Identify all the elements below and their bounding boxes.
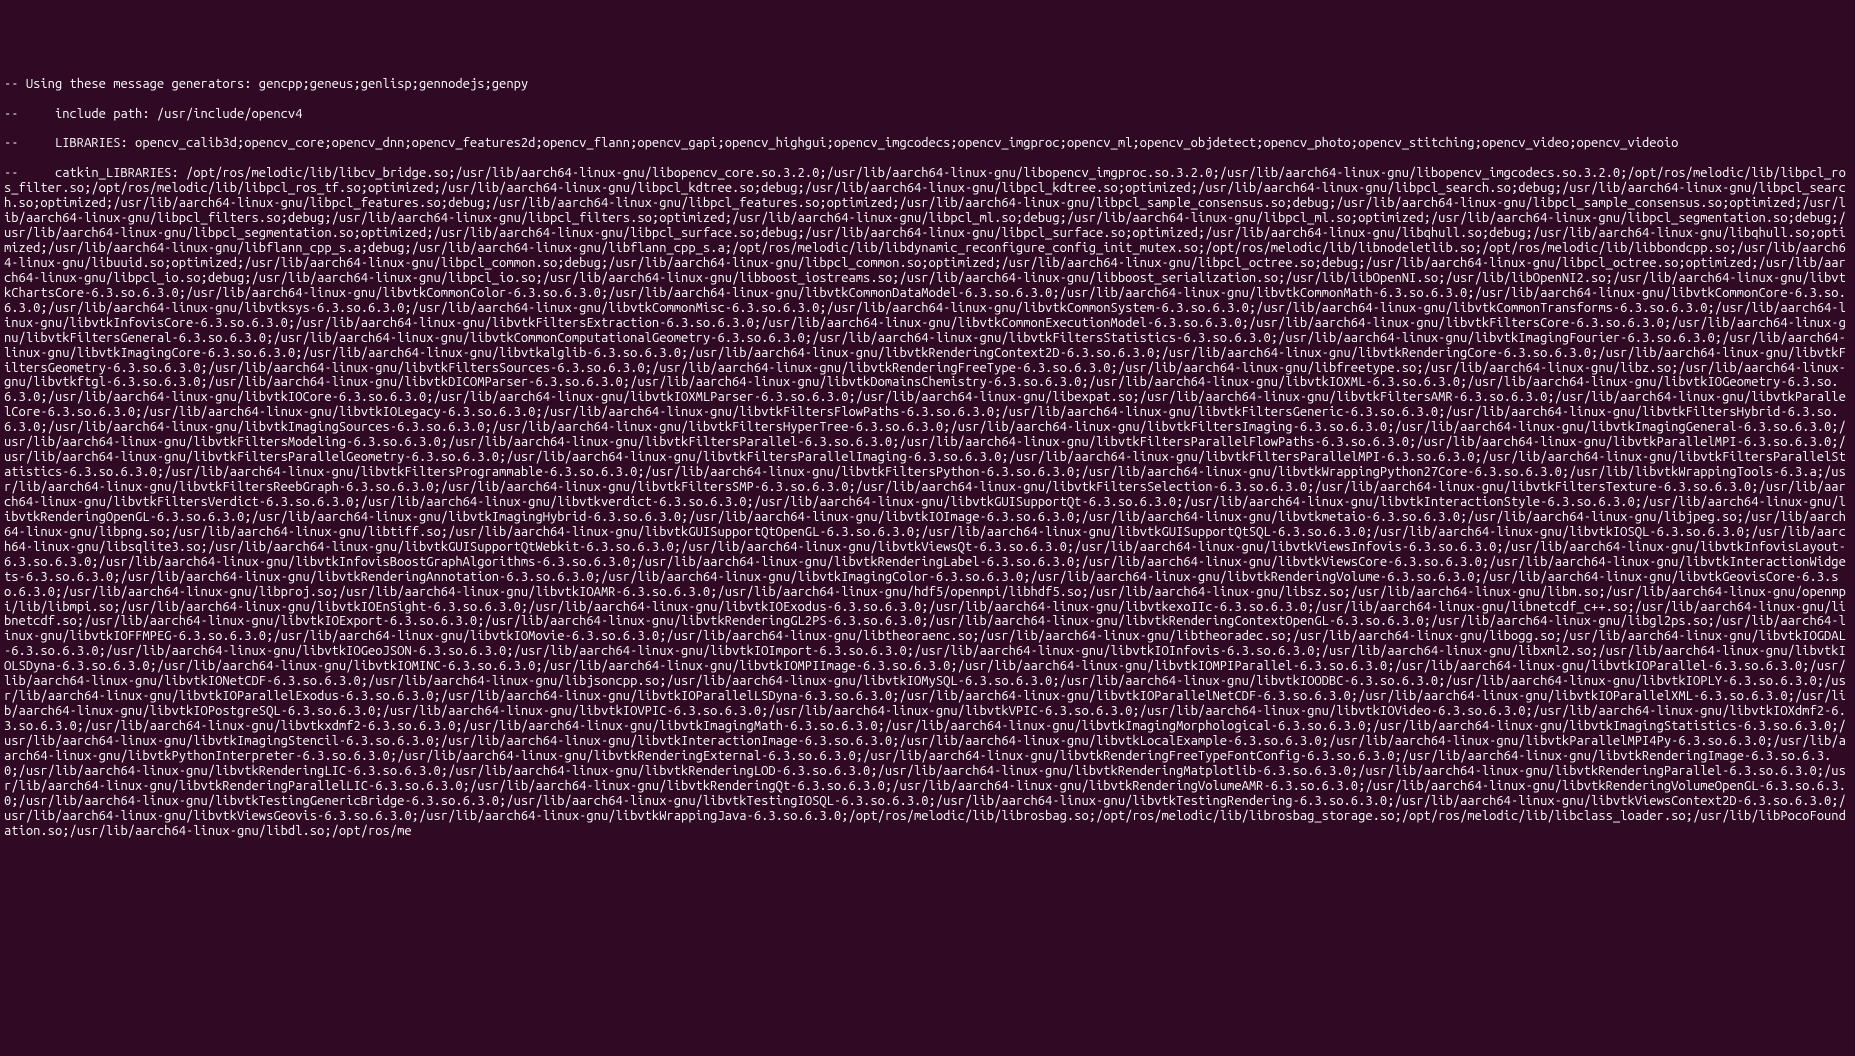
- terminal-line: -- Using these message generators: gencp…: [4, 77, 528, 91]
- terminal-line: -- catkin_LIBRARIES: /opt/ros/melodic/li…: [4, 166, 1846, 837]
- terminal-line: -- LIBRARIES: opencv_calib3d;opencv_core…: [4, 136, 1678, 150]
- terminal-output[interactable]: -- Using these message generators: gencp…: [4, 62, 1851, 854]
- terminal-line: -- include path: /usr/include/opencv4: [4, 107, 302, 121]
